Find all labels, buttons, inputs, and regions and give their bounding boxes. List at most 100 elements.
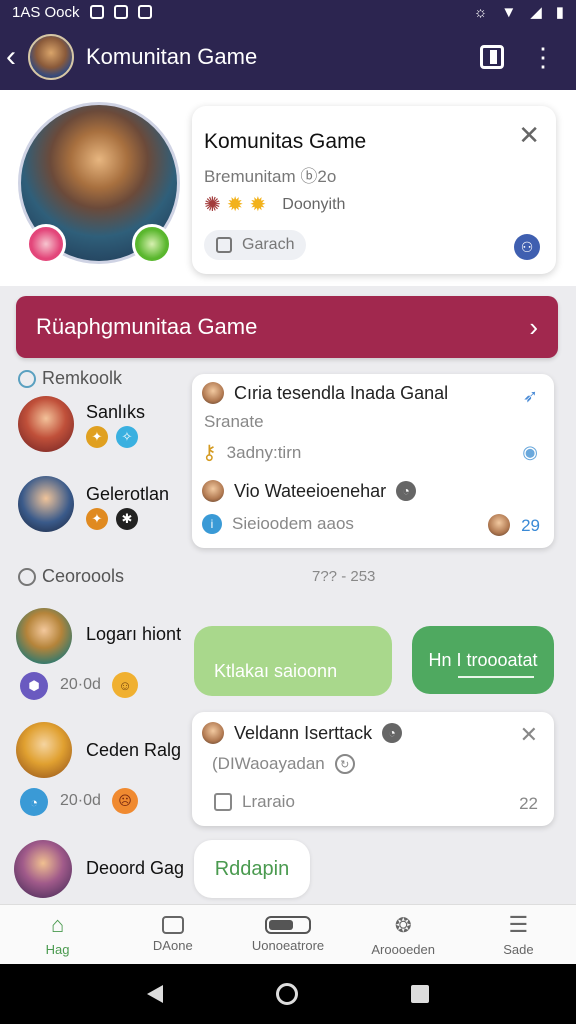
timer-icon: ◔	[396, 481, 417, 501]
chip-label: Garach	[242, 236, 295, 253]
section-meta: 7?? - 253	[312, 568, 376, 585]
section-icon	[18, 567, 36, 586]
emoji-icon: ☺	[112, 672, 138, 698]
wifi-icon: ▼	[501, 3, 517, 21]
tab-menu[interactable]: ☰ Sade	[461, 905, 576, 964]
avatar[interactable]	[18, 476, 74, 532]
home-button-icon[interactable]	[275, 983, 298, 1005]
rating-label: Doonyith	[282, 195, 346, 213]
rank-icon: ✦	[86, 508, 108, 530]
user-name[interactable]: Ceden Ralg	[86, 740, 181, 761]
user-name[interactable]: Deoord Gag	[86, 858, 184, 879]
bag-icon	[161, 916, 184, 934]
page-title: Komunitan Game	[86, 44, 258, 69]
document-icon	[214, 793, 232, 811]
bottom-navigation: ⌂ Hag DAone Uonoeatrore ❂ Aroooeden ☰ Sa…	[0, 904, 576, 964]
recents-icon[interactable]	[411, 985, 430, 1003]
activity-detail: 3adny:tirn	[226, 442, 302, 462]
info-icon: i	[202, 514, 222, 534]
shield-icon	[137, 5, 152, 19]
tab-chat[interactable]: Uonoeatrore	[230, 905, 345, 964]
back-icon[interactable]	[146, 985, 163, 1003]
banner-label: Rüaphgmunitaa Game	[36, 314, 258, 339]
message-bubble[interactable]: Rddapin	[194, 840, 310, 898]
avatar[interactable]	[16, 608, 72, 664]
close-icon[interactable]: ✕	[518, 120, 540, 151]
profile-icon[interactable]: ⚇	[514, 234, 540, 260]
rank-badge-icon: ✺	[204, 194, 221, 216]
section-icon	[18, 369, 36, 388]
send-icon[interactable]: ➶	[523, 386, 538, 407]
avatar[interactable]	[14, 840, 72, 898]
activity-row[interactable]: Vio Wateeioenehar ◔	[202, 480, 417, 502]
message-title: Veldann Iserttack	[234, 722, 373, 743]
section-title: Ceoroools	[42, 566, 125, 586]
section-header: Ceoroools	[18, 566, 124, 587]
message-detail: Lraraio	[242, 792, 295, 811]
chat-icon	[265, 916, 311, 934]
message-bubble[interactable]: Ktlakaı saioonn	[194, 626, 392, 696]
close-icon[interactable]: ✕	[520, 722, 538, 748]
message-text: Hn I troooatat	[428, 649, 538, 670]
info-icon: ◔	[20, 788, 48, 816]
pink-badge-icon	[26, 224, 66, 264]
community-avatar[interactable]	[28, 34, 74, 80]
notification-icon	[89, 5, 104, 19]
rank-icon: ✦	[86, 426, 108, 448]
divider	[458, 676, 534, 678]
section-header: Remkoolk	[18, 368, 122, 389]
activity-row[interactable]: ⚷ 3adny:tirn	[202, 440, 301, 465]
back-arrow-icon[interactable]: ‹	[6, 42, 28, 72]
activity-row[interactable]: i Sieioodem aaos	[202, 514, 354, 534]
app-bar: ‹ Komunitan Game ⋮	[0, 24, 576, 90]
community-banner-button[interactable]: Rüaphgmunitaa Game ›	[16, 296, 558, 358]
star-icon: ✹	[249, 194, 267, 216]
message-card: Veldann Iserttack ◔ ✕ (DIWaoayadan ↻ Lra…	[192, 712, 554, 826]
user-avatar	[202, 480, 224, 502]
split-screen-icon[interactable]	[480, 45, 504, 69]
count-badge: 22	[519, 794, 538, 813]
star-icon: ✹	[226, 194, 244, 216]
message-row[interactable]: Veldann Iserttack ◔	[202, 722, 403, 744]
activity-subtitle: Sranate	[204, 412, 264, 431]
activity-row[interactable]: Cıria tesendla Inada Ganal	[202, 382, 448, 404]
signal-icon: ◢	[530, 4, 542, 21]
timer-icon: ◔	[382, 723, 403, 743]
user-name[interactable]: Logarı hiont	[86, 624, 181, 645]
settings-icon: ☼	[473, 3, 488, 21]
activity-title: Cıria tesendla Inada Ganal	[234, 382, 449, 403]
avatar[interactable]	[18, 396, 74, 452]
status-bar: 1AS Oock ☼ ▼ ◢ ▮	[0, 0, 576, 24]
gem-icon: ✧	[116, 426, 138, 448]
message-row[interactable]: Lraraio	[214, 792, 295, 812]
tab-home[interactable]: ⌂ Hag	[0, 905, 115, 964]
activity-title: Vio Wateeioenehar	[234, 480, 387, 501]
tab-label: DAone	[152, 938, 193, 953]
count-badge: 29	[521, 516, 540, 535]
tab-activity[interactable]: ❂ Aroooeden	[346, 905, 461, 964]
avatar[interactable]	[16, 722, 72, 778]
message-row[interactable]: (DIWaoayadan ↻	[212, 754, 355, 774]
filter-chip[interactable]: Garach	[204, 230, 306, 260]
status-time: 1AS Oock	[12, 3, 80, 21]
message-icon	[113, 5, 128, 19]
more-vert-icon[interactable]: ⋮	[530, 44, 556, 70]
user-name[interactable]: Gelerotlan	[86, 484, 169, 505]
checkbox-icon	[216, 237, 232, 253]
activity-card: Cıria tesendla Inada Ganal ➶ Sranate ⚷ 3…	[192, 374, 554, 548]
battery-icon: ▮	[555, 4, 564, 21]
compass-icon: ✱	[116, 508, 138, 530]
system-navigation-bar	[0, 964, 576, 1024]
user-name[interactable]: Sanlıks	[86, 402, 145, 423]
green-badge-icon	[132, 224, 172, 264]
shield-icon: ⬢	[20, 672, 48, 700]
content: Komunitas Game Bremunitam ⓑ2o ✺ ✹ ✹ Doon…	[0, 90, 576, 904]
home-icon: ⌂	[50, 912, 65, 937]
eye-icon[interactable]: ◉	[522, 442, 538, 463]
key-icon: ⚷	[202, 442, 217, 464]
section-title: Remkoolk	[42, 368, 123, 388]
message-bubble-own[interactable]: Hn I troooatat	[412, 626, 554, 694]
tab-store[interactable]: DAone	[115, 905, 230, 964]
user-avatar	[202, 722, 224, 744]
community-info-card: Komunitas Game Bremunitam ⓑ2o ✺ ✹ ✹ Doon…	[192, 106, 556, 274]
